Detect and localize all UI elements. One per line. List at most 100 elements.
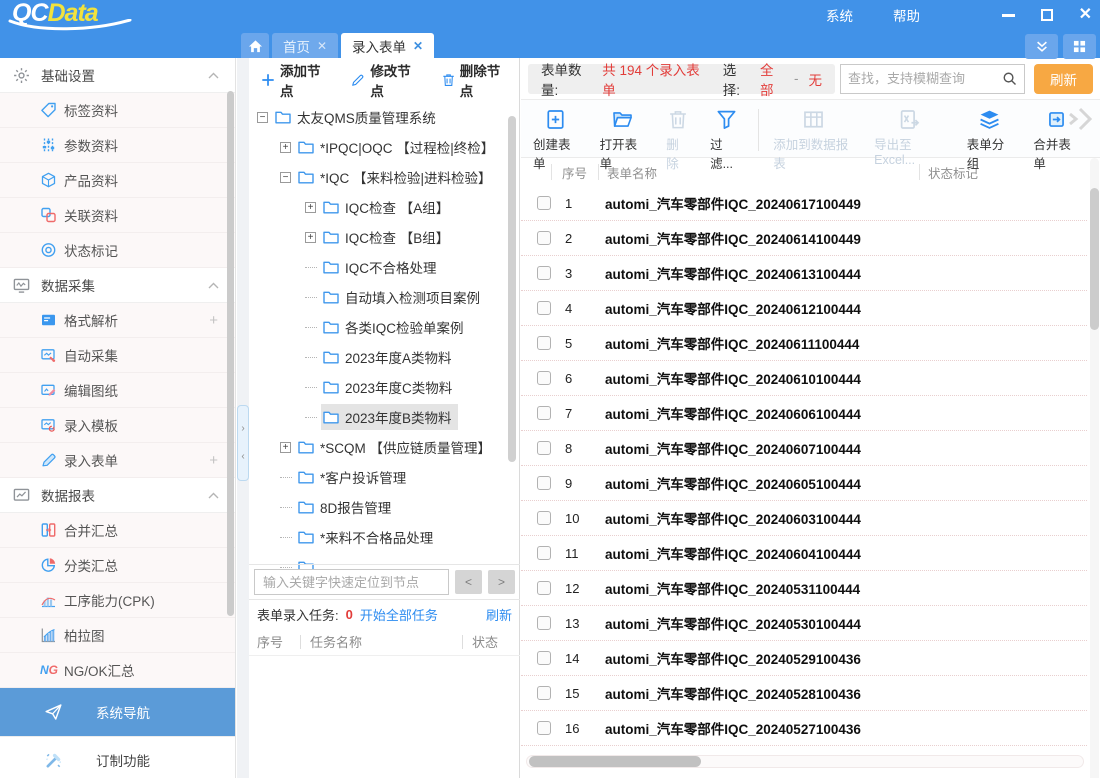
next-match-button[interactable]: > [488, 570, 515, 594]
sidebar-item-category-summary[interactable]: 分类汇总 [0, 548, 235, 583]
table-row[interactable]: 8automi_汽车零部件IQC_20240607100444 [521, 431, 1087, 466]
row-checkbox[interactable] [537, 581, 551, 595]
sidebar-item-product-data[interactable]: 产品资料 [0, 163, 235, 198]
sidebar-item-auto-collect[interactable]: 自动采集 [0, 338, 235, 373]
plus-icon[interactable]: + [209, 313, 218, 328]
row-checkbox[interactable] [537, 406, 551, 420]
maximize-icon[interactable] [1041, 9, 1053, 21]
splitter-handle[interactable]: › ‹ [237, 405, 249, 481]
sidebar-section-basic-settings[interactable]: 基础设置 [0, 58, 235, 93]
sidebar-section-data-reports[interactable]: 数据报表 [0, 478, 235, 513]
name-column-header[interactable]: 表单名称 [599, 163, 919, 182]
sidebar-item-format-parse[interactable]: 格式解析 + [0, 303, 235, 338]
modify-node-button[interactable]: 修改节点 [351, 60, 417, 100]
sidebar-item-edit-drawing[interactable]: 编辑图纸 [0, 373, 235, 408]
close-icon[interactable]: ✕ [1079, 7, 1092, 23]
collapse-toggle-icon[interactable]: − [280, 172, 291, 183]
row-checkbox[interactable] [537, 231, 551, 245]
tree-node[interactable]: +IQC检查 【B组】 [249, 222, 507, 252]
table-row[interactable]: 13automi_汽车零部件IQC_20240530100444 [521, 606, 1087, 641]
tree-node-selected[interactable]: 2023年度B类物料 [249, 402, 507, 432]
sidebar-item-process-capability-cpk[interactable]: 工序能力(CPK) [0, 583, 235, 618]
table-row[interactable]: 16automi_汽车零部件IQC_20240527100436 [521, 711, 1087, 746]
tab-form-entry[interactable]: 录入表单 ✕ [341, 33, 434, 58]
sidebar-item-parameter-data[interactable]: 参数资料 [0, 128, 235, 163]
add-node-button[interactable]: 添加节点 [261, 60, 327, 100]
collapse-toggle-icon[interactable]: − [257, 112, 268, 123]
tree-node[interactable]: *来料不合格品处理 [249, 522, 507, 552]
row-checkbox[interactable] [537, 476, 551, 490]
row-checkbox[interactable] [537, 511, 551, 525]
refresh-button[interactable]: 刷新 [1034, 64, 1093, 94]
sidebar-item-status-mark[interactable]: 状态标记 [0, 233, 235, 268]
open-form-button[interactable]: 打开表单 [600, 109, 646, 172]
collapse-tabs-button[interactable] [1025, 34, 1058, 59]
table-row[interactable]: 15automi_汽车零部件IQC_20240528100436 [521, 676, 1087, 711]
tree-node[interactable]: +IQC检查 【A组】 [249, 192, 507, 222]
tree-node[interactable]: −太友QMS质量管理系统 [249, 102, 507, 132]
table-row[interactable]: 4automi_汽车零部件IQC_20240612100444 [521, 291, 1087, 326]
tree-node[interactable]: 自动填入检测项目案例 [249, 282, 507, 312]
sidebar-item-pareto-chart[interactable]: 柏拉图 [0, 618, 235, 653]
row-checkbox[interactable] [537, 546, 551, 560]
tree-node[interactable]: *客户投诉管理 [249, 462, 507, 492]
table-row[interactable]: 10automi_汽车零部件IQC_20240603100444 [521, 501, 1087, 536]
search-icon[interactable] [1002, 71, 1017, 86]
delete-node-button[interactable]: 删除节点 [442, 60, 507, 100]
task-refresh-link[interactable]: 刷新 [486, 605, 512, 624]
row-checkbox[interactable] [537, 301, 551, 315]
table-row[interactable]: 3automi_汽车零部件IQC_20240613100444 [521, 256, 1087, 291]
expand-toggle-icon[interactable]: + [280, 142, 291, 153]
menu-help[interactable]: 帮助 [893, 5, 920, 25]
sidebar-item-related-data[interactable]: 关联资料 [0, 198, 235, 233]
prev-match-button[interactable]: < [455, 570, 482, 594]
table-row[interactable]: 7automi_汽车零部件IQC_20240606100444 [521, 396, 1087, 431]
table-row[interactable]: 1automi_汽车零部件IQC_20240617100449 [521, 186, 1087, 221]
select-none-link[interactable]: 无 [809, 69, 823, 89]
menu-system[interactable]: 系统 [826, 5, 853, 25]
sidebar-item-tag-data[interactable]: 标签资料 [0, 93, 235, 128]
tree-node[interactable]: 2023年度A类物料 [249, 342, 507, 372]
table-row[interactable]: 5automi_汽车零部件IQC_20240611100444 [521, 326, 1087, 361]
table-row[interactable]: 9automi_汽车零部件IQC_20240605100444 [521, 466, 1087, 501]
row-checkbox[interactable] [537, 371, 551, 385]
minimize-icon[interactable] [1002, 14, 1015, 17]
table-horizontal-scrollbar-handle[interactable] [529, 756, 701, 767]
sidebar-nav-custom-functions[interactable]: 订制功能 [0, 736, 235, 778]
sidebar-nav-system-navigation[interactable]: 系统导航 [0, 688, 235, 736]
row-checkbox[interactable] [537, 441, 551, 455]
select-all-link[interactable]: 全部 [760, 59, 784, 99]
table-row[interactable]: 2automi_汽车零部件IQC_20240614100449 [521, 221, 1087, 256]
tree-scrollbar[interactable] [508, 116, 516, 462]
sidebar-item-ng-ok-summary[interactable]: NG NG/OK汇总 [0, 653, 235, 688]
row-checkbox[interactable] [537, 196, 551, 210]
tree-node[interactable]: 各类IQC检验单案例 [249, 312, 507, 342]
home-tab-button[interactable] [241, 33, 269, 58]
form-group-button[interactable]: 表单分组 [967, 109, 1013, 172]
merge-form-button[interactable]: 合并表单 [1033, 109, 1079, 172]
tree-node[interactable]: 2023年度C类物料 [249, 372, 507, 402]
sidebar-item-entry-form[interactable]: 录入表单 + [0, 443, 235, 478]
start-all-tasks-link[interactable]: 开始全部任务 [360, 605, 438, 624]
table-row[interactable]: 14automi_汽车零部件IQC_20240529100436 [521, 641, 1087, 676]
plus-icon[interactable]: + [209, 453, 218, 468]
table-row[interactable]: 6automi_汽车零部件IQC_20240610100444 [521, 361, 1087, 396]
row-checkbox[interactable] [537, 266, 551, 280]
tab-list-button[interactable] [1063, 34, 1096, 59]
expand-toggle-icon[interactable]: + [280, 442, 291, 453]
tree-node[interactable]: 8D报告管理 [249, 492, 507, 522]
table-vertical-scrollbar-handle[interactable] [1090, 188, 1099, 330]
sidebar-section-data-collection[interactable]: 数据采集 [0, 268, 235, 303]
node-search-input[interactable] [254, 569, 449, 595]
tab-homepage[interactable]: 首页 ✕ [272, 33, 338, 58]
tree-node[interactable]: −*IQC 【来料检验|进料检验】 [249, 162, 507, 192]
row-checkbox[interactable] [537, 721, 551, 735]
filter-button[interactable]: 过滤... [710, 109, 742, 172]
sidebar-item-merge-summary[interactable]: 合并汇总 [0, 513, 235, 548]
table-row[interactable]: 11automi_汽车零部件IQC_20240604100444 [521, 536, 1087, 571]
sidebar-scrollbar[interactable] [227, 91, 234, 616]
tree-node[interactable]: IQC不合格处理 [249, 252, 507, 282]
create-form-button[interactable]: 创建表单 [533, 109, 579, 172]
row-checkbox[interactable] [537, 336, 551, 350]
expand-toggle-icon[interactable]: + [305, 202, 316, 213]
